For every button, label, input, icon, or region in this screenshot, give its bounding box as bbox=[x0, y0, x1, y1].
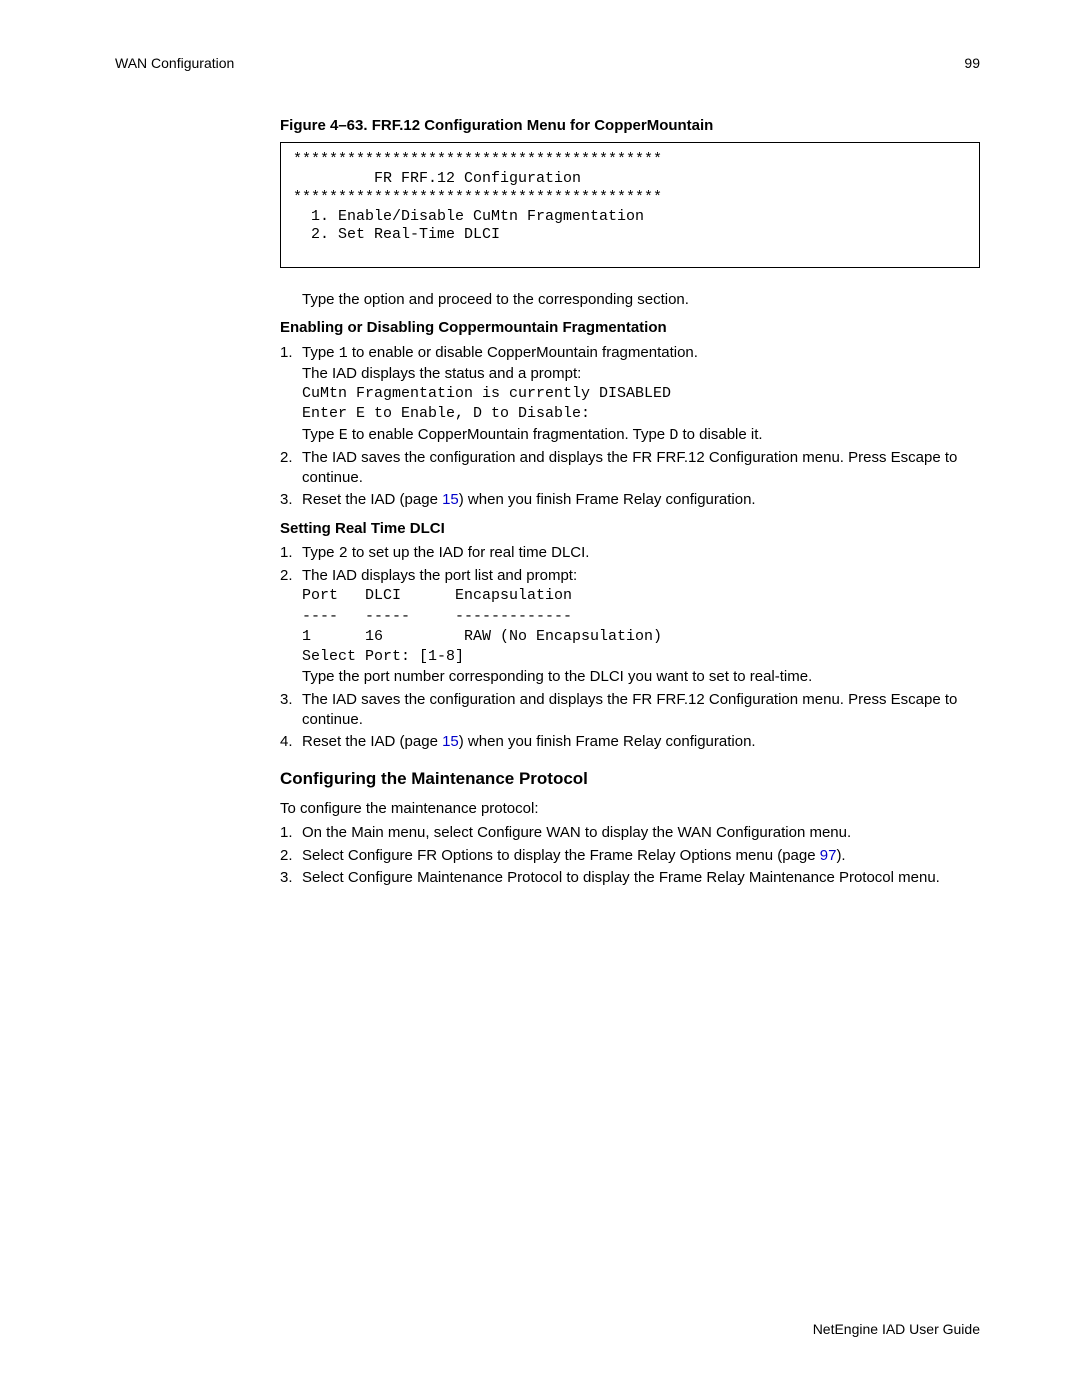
list-number: 3. bbox=[280, 490, 302, 510]
list-item: 3. The IAD saves the configuration and d… bbox=[280, 690, 980, 731]
inline-code: E bbox=[339, 427, 348, 444]
list-item: 2. The IAD saves the configuration and d… bbox=[280, 448, 980, 489]
list-maintenance: 1. On the Main menu, select Configure WA… bbox=[280, 823, 980, 888]
list-body: Type 1 to enable or disable CopperMounta… bbox=[302, 343, 980, 446]
code-block: CuMtn Fragmentation is currently DISABLE… bbox=[302, 384, 980, 425]
text: Reset the IAD (page bbox=[302, 733, 442, 750]
maintenance-intro: To configure the maintenance protocol: bbox=[280, 799, 980, 819]
text: Type the port number corresponding to th… bbox=[302, 667, 980, 687]
list-number: 1. bbox=[280, 823, 302, 843]
list-body: The IAD displays the port list and promp… bbox=[302, 566, 980, 688]
text: ). bbox=[836, 847, 845, 864]
text: Type bbox=[302, 426, 339, 443]
content-area: Figure 4–63. FRF.12 Configuration Menu f… bbox=[280, 116, 980, 888]
list-number: 4. bbox=[280, 732, 302, 752]
text: Select Configure FR Options to display t… bbox=[302, 847, 820, 864]
page-link[interactable]: 97 bbox=[820, 847, 837, 864]
text: Type bbox=[302, 544, 339, 561]
section-heading-enable: Enabling or Disabling Coppermountain Fra… bbox=[280, 318, 980, 338]
text: to enable CopperMountain fragmentation. … bbox=[348, 426, 670, 443]
intro-paragraph: Type the option and proceed to the corre… bbox=[302, 290, 980, 310]
list-body: The IAD saves the configuration and disp… bbox=[302, 448, 980, 489]
list-body: Select Configure Maintenance Protocol to… bbox=[302, 868, 980, 888]
text: ) when you finish Frame Relay configurat… bbox=[459, 733, 756, 750]
page-link[interactable]: 15 bbox=[442, 491, 459, 508]
page-link[interactable]: 15 bbox=[442, 733, 459, 750]
text: The IAD displays the status and a prompt… bbox=[302, 364, 980, 384]
list-item: 1. Type 1 to enable or disable CopperMou… bbox=[280, 343, 980, 446]
text: Type bbox=[302, 344, 339, 361]
list-number: 2. bbox=[280, 846, 302, 866]
list-number: 3. bbox=[280, 690, 302, 731]
list-item: 4. Reset the IAD (page 15) when you fini… bbox=[280, 732, 980, 752]
code-block: Port DLCI Encapsulation ---- ----- -----… bbox=[302, 586, 980, 667]
text: The IAD displays the port list and promp… bbox=[302, 566, 980, 586]
text: Type E to enable CopperMountain fragment… bbox=[302, 425, 980, 446]
list-dlci: 1. Type 2 to set up the IAD for real tim… bbox=[280, 543, 980, 753]
text: to set up the IAD for real time DLCI. bbox=[348, 544, 590, 561]
inline-code: 1 bbox=[339, 345, 348, 362]
page: WAN Configuration 99 Figure 4–63. FRF.12… bbox=[0, 0, 1080, 1397]
list-number: 3. bbox=[280, 868, 302, 888]
list-item: 2. Select Configure FR Options to displa… bbox=[280, 846, 980, 866]
text: to enable or disable CopperMountain frag… bbox=[348, 344, 698, 361]
list-enable: 1. Type 1 to enable or disable CopperMou… bbox=[280, 343, 980, 511]
text: ) when you finish Frame Relay configurat… bbox=[459, 491, 756, 508]
list-body: The IAD saves the configuration and disp… bbox=[302, 690, 980, 731]
list-number: 1. bbox=[280, 343, 302, 446]
list-item: 2. The IAD displays the port list and pr… bbox=[280, 566, 980, 688]
list-body: Select Configure FR Options to display t… bbox=[302, 846, 980, 866]
section-heading-dlci: Setting Real Time DLCI bbox=[280, 519, 980, 539]
list-item: 1. On the Main menu, select Configure WA… bbox=[280, 823, 980, 843]
list-body: On the Main menu, select Configure WAN t… bbox=[302, 823, 980, 843]
figure-caption: Figure 4–63. FRF.12 Configuration Menu f… bbox=[280, 116, 980, 136]
page-footer: NetEngine IAD User Guide bbox=[813, 1321, 980, 1337]
header-left: WAN Configuration bbox=[115, 55, 234, 71]
list-body: Reset the IAD (page 15) when you finish … bbox=[302, 490, 980, 510]
list-number: 2. bbox=[280, 448, 302, 489]
inline-code: D bbox=[669, 427, 678, 444]
list-item: 3. Select Configure Maintenance Protocol… bbox=[280, 868, 980, 888]
text: to disable it. bbox=[678, 426, 762, 443]
list-number: 2. bbox=[280, 566, 302, 688]
list-body: Type 2 to set up the IAD for real time D… bbox=[302, 543, 980, 564]
inline-code: 2 bbox=[339, 545, 348, 562]
header-right: 99 bbox=[964, 55, 980, 71]
figure-box: ****************************************… bbox=[280, 142, 980, 268]
list-item: 1. Type 2 to set up the IAD for real tim… bbox=[280, 543, 980, 564]
list-item: 3. Reset the IAD (page 15) when you fini… bbox=[280, 490, 980, 510]
page-header: WAN Configuration 99 bbox=[115, 55, 980, 71]
section-heading-maintenance: Configuring the Maintenance Protocol bbox=[280, 768, 980, 791]
text: Reset the IAD (page bbox=[302, 491, 442, 508]
list-number: 1. bbox=[280, 543, 302, 564]
list-body: Reset the IAD (page 15) when you finish … bbox=[302, 732, 980, 752]
